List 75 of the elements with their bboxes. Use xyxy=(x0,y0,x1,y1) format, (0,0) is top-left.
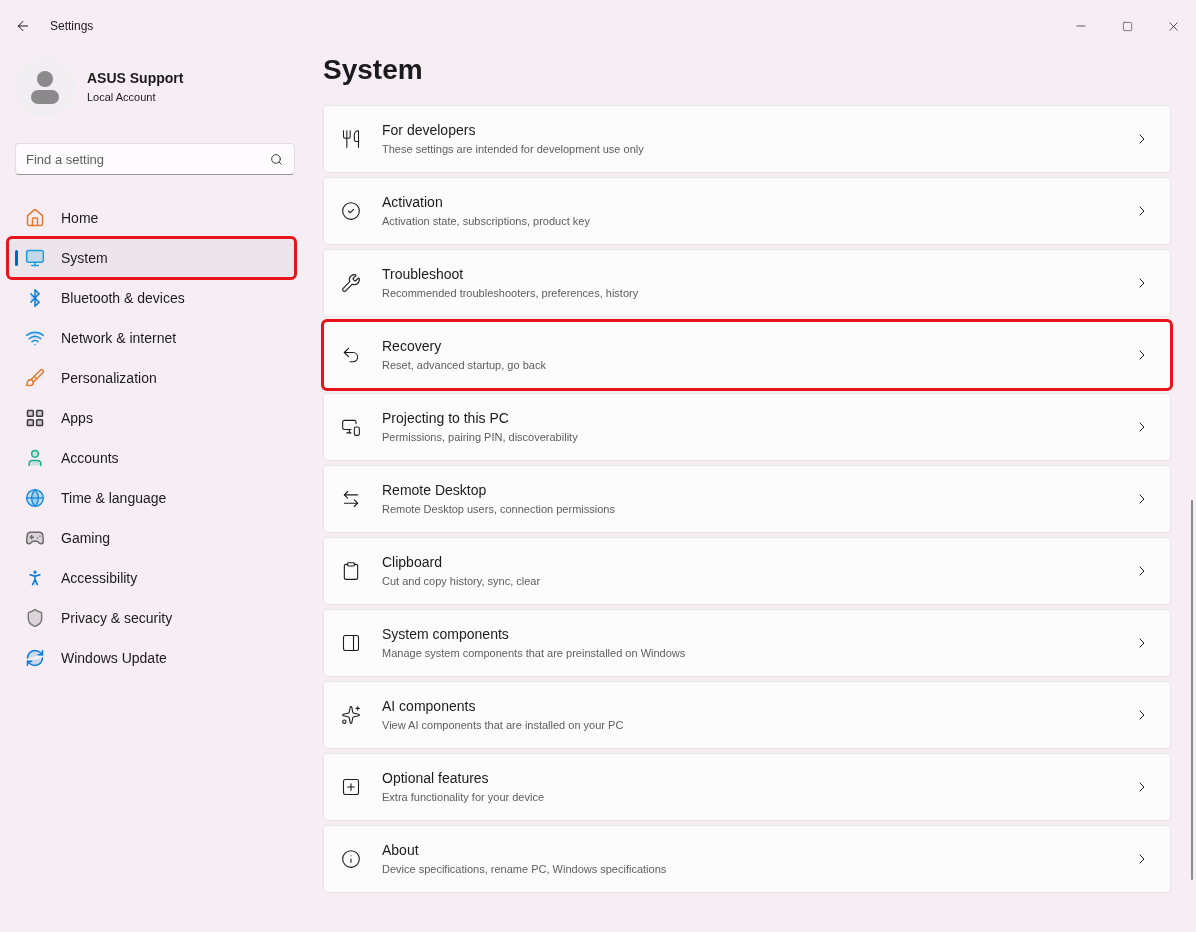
window-panel-icon xyxy=(341,633,361,653)
brush-icon xyxy=(25,368,45,388)
page-title: System xyxy=(323,53,424,87)
arrows-icon xyxy=(341,489,361,509)
account-type: Local Account xyxy=(87,90,157,106)
apps-icon xyxy=(25,408,45,428)
settings-card[interactable]: System components Manage system components that are preinstalled on Windows xyxy=(323,609,1171,677)
card-title: About xyxy=(382,841,420,861)
nav-item[interactable]: Gaming xyxy=(8,518,295,558)
card-title: Projecting to this PC xyxy=(382,409,510,429)
card-title: AI components xyxy=(382,697,477,717)
monitor-icon xyxy=(25,248,45,268)
settings-card[interactable]: About Device specifications, rename PC, Windows specifications xyxy=(323,825,1171,893)
card-description: Device specifications, rename PC, Windows specifications xyxy=(382,862,668,878)
card-description: Reset, advanced startup, go back xyxy=(382,358,547,374)
settings-card[interactable]: Optional features Extra functionality for your device xyxy=(323,753,1171,821)
search-icon xyxy=(270,153,283,166)
card-description: Cut and copy history, sync, clear xyxy=(382,574,542,590)
wrench-icon xyxy=(341,273,361,293)
wifi-icon xyxy=(25,328,45,348)
nav-item[interactable]: Network & internet xyxy=(8,318,295,358)
person-icon xyxy=(25,448,45,468)
selection-indicator xyxy=(15,250,18,266)
nav-item[interactable]: Accounts xyxy=(8,438,295,478)
search-field[interactable]: Find a setting xyxy=(15,143,295,175)
settings-card[interactable]: AI components View AI components that are installed on your PC xyxy=(323,681,1171,749)
grid-plus-icon xyxy=(341,777,361,797)
clipboard-icon xyxy=(341,561,361,581)
card-description: Activation state, subscriptions, product key xyxy=(382,214,591,230)
info-icon xyxy=(341,849,361,869)
card-title: Activation xyxy=(382,193,444,213)
update-icon xyxy=(25,648,45,668)
card-description: Extra functionality for your device xyxy=(382,790,546,806)
nav-item[interactable]: Bluetooth & devices xyxy=(8,278,295,318)
settings-card[interactable]: Clipboard Cut and copy history, sync, clear xyxy=(323,537,1171,605)
nav-item[interactable]: Home xyxy=(8,198,295,238)
nav-item[interactable]: Apps xyxy=(8,398,295,438)
shield-icon xyxy=(25,608,45,628)
settings-card[interactable]: Activation Activation state, subscriptions, product key xyxy=(323,177,1171,245)
nav-item[interactable]: Time & language xyxy=(8,478,295,518)
window-title: Settings xyxy=(50,18,94,35)
nav-item[interactable]: Accessibility xyxy=(8,558,295,598)
scrollbar[interactable] xyxy=(1191,500,1193,880)
card-title: Optional features xyxy=(382,769,490,789)
nav-item[interactable]: Privacy & security xyxy=(8,598,295,638)
recovery-icon xyxy=(341,345,361,365)
card-description: Recommended troubleshooters, preferences, history xyxy=(382,286,640,302)
nav-item[interactable]: Windows Update xyxy=(8,638,295,678)
settings-card[interactable]: Recovery Reset, advanced startup, go back xyxy=(323,321,1171,389)
card-title: Remote Desktop xyxy=(382,481,488,501)
globe-icon xyxy=(25,488,45,508)
sparkles-icon xyxy=(341,705,361,725)
maximize-icon xyxy=(1121,20,1133,32)
card-title: Troubleshoot xyxy=(382,265,465,285)
card-title: For developers xyxy=(382,121,477,141)
screens-icon xyxy=(341,417,361,437)
account-name: ASUS Support xyxy=(87,69,184,89)
check-circle-icon xyxy=(341,201,361,221)
settings-card[interactable]: Remote Desktop Remote Desktop users, connection permissions xyxy=(323,465,1171,533)
card-description: Permissions, pairing PIN, discoverability xyxy=(382,430,579,446)
settings-card[interactable]: Troubleshoot Recommended troubleshooters, preferences, history xyxy=(323,249,1171,317)
card-description: Remote Desktop users, connection permissions xyxy=(382,502,616,518)
home-icon xyxy=(25,208,45,228)
nav-item[interactable]: Personalization xyxy=(8,358,295,398)
person-silhouette-icon xyxy=(30,69,60,105)
gamepad-icon xyxy=(25,528,45,548)
card-description: These settings are intended for development use only xyxy=(382,142,645,158)
nav-item[interactable]: System xyxy=(8,238,295,278)
card-title: Recovery xyxy=(382,337,443,357)
settings-card[interactable]: For developers These settings are intended for development use only xyxy=(323,105,1171,173)
card-title: Clipboard xyxy=(382,553,443,573)
card-description: Manage system components that are preinstalled on Windows xyxy=(382,646,687,662)
settings-card[interactable]: Projecting to this PC Permissions, pairing PIN, discoverability xyxy=(323,393,1171,461)
card-title: System components xyxy=(382,625,510,645)
card-description: View AI components that are installed on your PC xyxy=(382,718,625,734)
